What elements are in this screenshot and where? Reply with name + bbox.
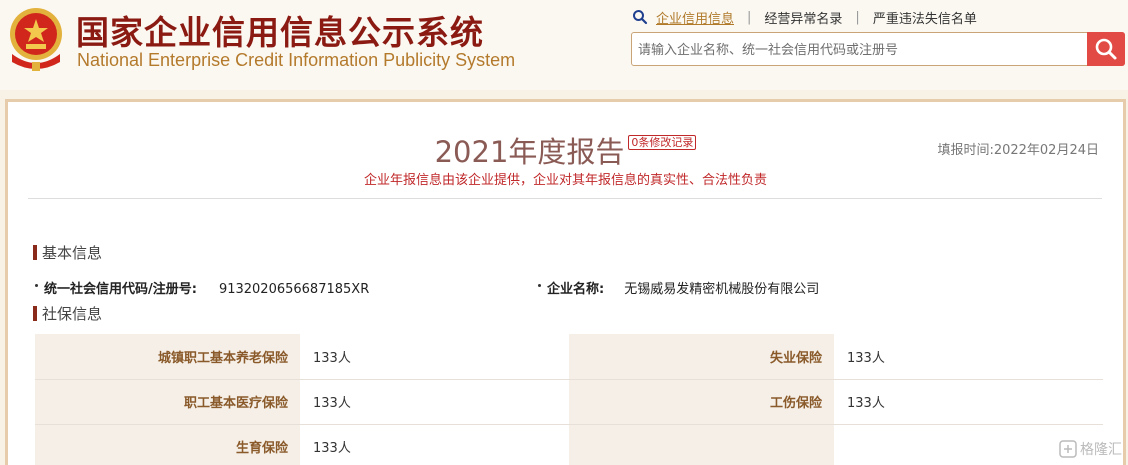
table-key: 生育保险 xyxy=(35,424,300,465)
search-icon xyxy=(633,10,648,25)
site-header: 国家企业信用信息公示系统 National Enterprise Credit … xyxy=(0,0,1128,90)
table-value: 133人 xyxy=(300,379,569,425)
site-title-english: National Enterprise Credit Information P… xyxy=(77,50,516,70)
table-value: 133人 xyxy=(834,334,1103,380)
national-emblem-icon xyxy=(10,8,62,71)
nav-separator: | xyxy=(747,9,752,25)
section-marker xyxy=(33,245,37,260)
nav-dishonest-list[interactable]: 严重违法失信名单 xyxy=(873,8,977,27)
search-input[interactable] xyxy=(638,39,1078,61)
company-name-label: 企业名称: xyxy=(547,282,605,297)
company-name-value: 无锡威易发精密机械股份有限公司 xyxy=(624,282,820,297)
table-row: 生育保险 133人 xyxy=(35,424,1103,465)
table-key: 失业保险 xyxy=(569,334,834,380)
top-nav: 企业信用信息 | 经营异常名录 | 严重违法失信名单 xyxy=(632,8,977,27)
search-button[interactable] xyxy=(1087,32,1125,66)
annual-report-card: 2021年度报告 0条修改记录 填报时间:2022年02月24日 企业年报信息由该… xyxy=(5,99,1126,465)
bullet-icon xyxy=(538,284,541,287)
report-filing-date: 填报时间:2022年02月24日 xyxy=(937,143,1099,158)
modification-record-badge[interactable]: 0条修改记录 xyxy=(628,135,697,150)
table-key: 职工基本医疗保险 xyxy=(35,379,300,425)
table-key-empty xyxy=(569,424,834,465)
section-basic-info: 基本信息 xyxy=(33,242,102,263)
site-title: 国家企业信用信息公示系统 xyxy=(76,13,484,52)
divider xyxy=(28,198,1102,199)
nav-enterprise-credit[interactable]: 企业信用信息 xyxy=(656,8,734,27)
table-key: 城镇职工基本养老保险 xyxy=(35,334,300,380)
magnifier-icon xyxy=(1095,38,1117,60)
section-social-insurance: 社保信息 xyxy=(33,303,102,324)
watermark-logo-icon xyxy=(1059,440,1077,458)
section-social-heading: 社保信息 xyxy=(42,305,103,323)
credit-code-value: 9132020656687185XR xyxy=(218,282,370,297)
report-title-text: 2021年度报告 xyxy=(434,135,625,169)
company-name-row: 企业名称: 无锡威易发精密机械股份有限公司 xyxy=(538,278,819,297)
section-basic-heading: 基本信息 xyxy=(42,244,103,262)
credit-code-row: 统一社会信用代码/注册号: 9132020656687185XR xyxy=(35,278,369,297)
table-value: 133人 xyxy=(300,334,569,380)
table-row: 城镇职工基本养老保险 133人 失业保险 133人 xyxy=(35,334,1103,380)
nav-separator: | xyxy=(855,9,860,25)
credit-code-label: 统一社会信用代码/注册号: xyxy=(44,282,197,297)
table-key: 工伤保险 xyxy=(569,379,834,425)
section-marker xyxy=(33,306,37,321)
search-box xyxy=(631,32,1125,66)
table-value: 133人 xyxy=(300,424,569,465)
report-disclaimer: 企业年报信息由该企业提供，企业对其年报信息的真实性、合法性负责 xyxy=(363,173,767,188)
table-row: 职工基本医疗保险 133人 工伤保险 133人 xyxy=(35,379,1103,425)
social-insurance-table: 城镇职工基本养老保险 133人 失业保险 133人 职工基本医疗保险 133人 … xyxy=(35,334,1103,465)
watermark-text: 格隆汇 xyxy=(1080,442,1122,458)
table-value: 133人 xyxy=(834,379,1103,425)
nav-abnormal-list[interactable]: 经营异常名录 xyxy=(764,8,842,27)
bullet-icon xyxy=(35,284,38,287)
watermark: 格隆汇 xyxy=(1059,439,1122,459)
